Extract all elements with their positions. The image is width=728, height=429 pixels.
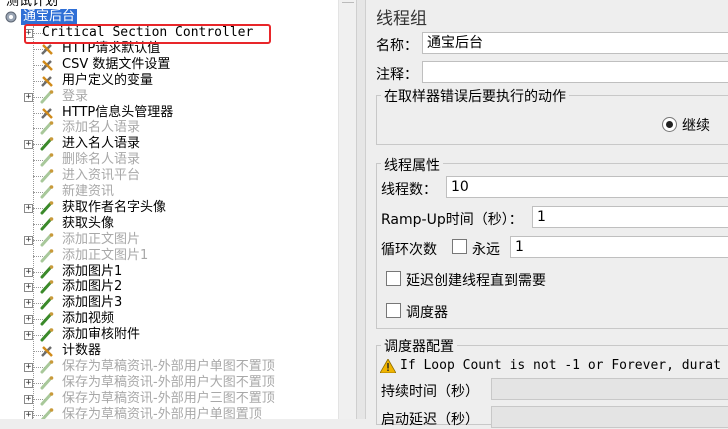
tree-item-label: 添加正文图片 — [62, 231, 141, 247]
forever-label: 永远 — [472, 242, 500, 258]
expand-toggle[interactable]: + — [24, 362, 33, 372]
tree-item-label: HTTP信息头管理器 — [62, 104, 174, 120]
tree-item-label: 添加正文图片1 — [62, 247, 149, 263]
sampler-icon — [39, 152, 55, 168]
sampler-icon — [39, 200, 55, 216]
tree-item-label: 计数器 — [62, 343, 102, 358]
tree-item-label: 保存为草稿资讯-外部用户单图不置顶 — [62, 358, 275, 374]
sampler-icon — [39, 295, 55, 311]
tree-item-label: CSV 数据文件设置 — [62, 56, 171, 72]
sampler-icon — [39, 359, 55, 375]
startup-delay-label: 启动延迟（秒） — [381, 412, 479, 428]
expand-toggle[interactable]: + — [24, 315, 33, 325]
expand-toggle[interactable]: + — [24, 299, 33, 309]
tree-item-label: 添加图片1 — [62, 263, 123, 279]
tree-item-label: 获取头像 — [62, 215, 115, 231]
tree-item-label: 进入名人语录 — [62, 136, 141, 152]
tree-threadgroup-label: 通宝后台 — [21, 9, 78, 25]
expand-toggle[interactable]: + — [24, 283, 33, 293]
error-action-title: 在取样器错误后要执行的动作 — [381, 86, 569, 106]
scheduler-label: 调度器 — [406, 305, 448, 321]
wrench-icon — [39, 105, 55, 121]
tree-item-label: 添加名人语录 — [62, 120, 141, 136]
comment-field[interactable] — [422, 61, 728, 83]
comment-label: 注释： — [376, 67, 418, 83]
tree-item-label: 添加审核附件 — [62, 327, 141, 343]
name-label: 名称： — [376, 38, 418, 54]
tree-item-label: 保存为草稿资讯-外部用户大图不置顶 — [62, 374, 275, 390]
sampler-icon — [39, 136, 55, 152]
sampler-icon — [39, 89, 55, 105]
threads-field[interactable]: 10 — [446, 176, 728, 198]
sampler-icon — [39, 279, 55, 295]
threads-label: 线程数： — [381, 182, 437, 198]
tree-item-label: 添加视频 — [62, 311, 115, 327]
tree-item-label: 保存为草稿资讯-外部用户三图不置顶 — [62, 390, 275, 406]
threadgroup-panel: 线程组 名称： 通宝后台 注释： 在取样器错误后要执行的动作 继续 线程属性 线… — [366, 0, 728, 428]
panel-title: 线程组 — [376, 9, 427, 29]
wrench-icon — [39, 343, 55, 359]
sampler-icon — [39, 264, 55, 280]
forever-checkbox[interactable] — [452, 239, 467, 254]
rampup-field[interactable]: 1 — [532, 206, 728, 228]
tree-item-label: 新建资讯 — [62, 184, 115, 199]
continue-label: 继续 — [682, 118, 710, 134]
test-plan-tree[interactable]: 测试计划 通宝后台 + Critical Section Controller HT… — [0, 0, 356, 419]
expand-toggle[interactable]: + — [24, 267, 33, 277]
thread-props-title: 线程属性 — [381, 155, 443, 175]
duration-label: 持续时间（秒） — [381, 384, 479, 400]
sampler-icon — [39, 327, 55, 343]
gear-icon — [3, 9, 19, 25]
startup-delay-field[interactable] — [491, 406, 728, 428]
loop-field[interactable]: 1 — [510, 236, 728, 258]
sampler-icon — [39, 391, 55, 407]
tree-item-label: 进入资讯平台 — [62, 168, 141, 184]
delay-create-label: 延迟创建线程直到需要 — [406, 273, 546, 289]
tree-item-label: 用户定义的变量 — [62, 72, 154, 88]
sampler-icon — [39, 375, 55, 391]
sampler-icon — [39, 232, 55, 248]
expand-toggle[interactable]: + — [24, 378, 33, 388]
duration-field[interactable] — [491, 378, 728, 400]
scheduler-checkbox[interactable] — [386, 303, 401, 318]
expand-toggle[interactable]: + — [24, 92, 33, 102]
sampler-icon — [39, 120, 55, 136]
sampler-icon — [39, 168, 55, 184]
wrench-icon — [39, 57, 55, 73]
tree-item-label: 获取作者名字头像 — [62, 199, 167, 215]
scheduler-config-title: 调度器配置 — [381, 336, 457, 356]
wrench-icon — [39, 73, 55, 89]
tree-item-label: 添加图片2 — [62, 279, 123, 295]
loop-label: 循环次数 — [381, 242, 437, 258]
expand-toggle[interactable]: + — [24, 203, 33, 213]
sampler-icon — [39, 311, 55, 327]
sampler-icon — [39, 216, 55, 232]
expand-toggle[interactable]: + — [24, 331, 33, 341]
selection-highlight — [24, 24, 271, 44]
tree-scrollbar[interactable] — [338, 0, 356, 419]
expand-toggle[interactable]: + — [24, 394, 33, 404]
split-divider[interactable] — [356, 0, 366, 419]
expand-toggle[interactable]: + — [24, 235, 33, 245]
tree-item-label: 删除名人语录 — [62, 152, 141, 168]
continue-radio[interactable] — [662, 117, 677, 132]
rampup-label: Ramp-Up时间（秒）： — [381, 212, 523, 228]
sampler-icon — [39, 248, 55, 264]
name-field[interactable]: 通宝后台 — [422, 32, 728, 54]
tree-item-label: 登录 — [62, 88, 89, 104]
tree-item-label: 添加图片3 — [62, 295, 123, 311]
tree-item-label: 保存为草稿资讯-外部用户单图置顶 — [62, 406, 262, 419]
warning-icon — [379, 358, 397, 377]
delay-create-checkbox[interactable] — [386, 271, 401, 286]
sampler-icon — [39, 184, 55, 200]
sampler-icon — [39, 407, 55, 419]
expand-toggle[interactable]: + — [24, 410, 33, 419]
expand-toggle[interactable]: + — [24, 140, 33, 150]
warning-text: If Loop Count is not -1 or Forever, dura… — [400, 358, 721, 373]
